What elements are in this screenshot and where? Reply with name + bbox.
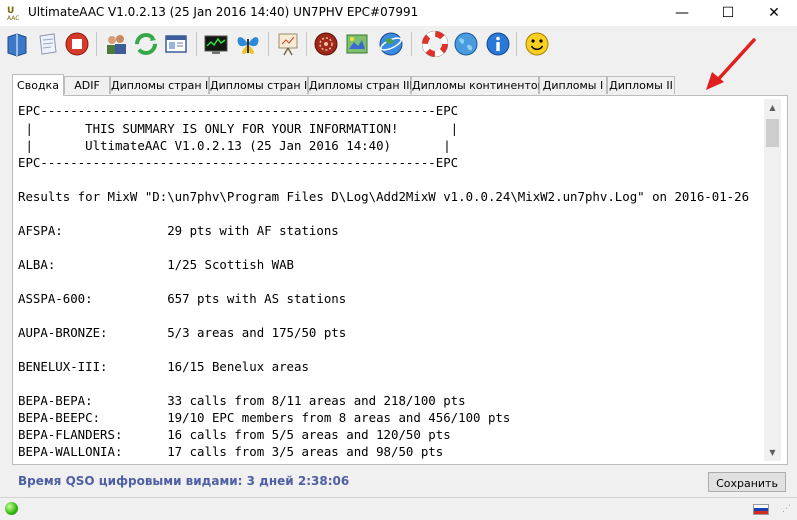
- qso-time-label: Время QSO цифровыми видами: 3 дней 2:38:…: [18, 474, 350, 488]
- summary-line: BENELUX-III: 16/15 Benelux areas: [18, 359, 309, 374]
- toolbar-separator: [411, 32, 412, 56]
- maximize-button[interactable]: ☐: [705, 0, 751, 26]
- wheel-icon[interactable]: [311, 29, 341, 59]
- summary-line: EPC-------------------------------------…: [18, 103, 459, 118]
- summary-line: | UltimateAAC V1.0.2.13 (25 Jan 2016 14:…: [18, 138, 451, 153]
- summary-line: BEPA-BEPA: 33 calls from 8/11 areas and …: [18, 393, 466, 408]
- presentation-icon[interactable]: [273, 29, 303, 59]
- note-icon[interactable]: [32, 29, 62, 59]
- tab-country-awards-1[interactable]: Дипломы стран I: [110, 76, 209, 94]
- title-bar: U AAC UltimateAAC V1.0.2.13 (25 Jan 2016…: [0, 0, 797, 26]
- tab-adif[interactable]: ADIF: [64, 76, 110, 94]
- close-button[interactable]: ✕: [751, 0, 797, 26]
- window-title: UltimateAAC V1.0.2.13 (25 Jan 2016 14:40…: [28, 5, 419, 19]
- minimize-button[interactable]: —: [659, 0, 705, 26]
- scroll-thumb[interactable]: [766, 119, 779, 147]
- tab-country-awards-3[interactable]: Дипломы стран III: [308, 76, 413, 94]
- tab-awards-2[interactable]: Дипломы II: [607, 76, 675, 94]
- refresh-icon[interactable]: [131, 29, 161, 59]
- users-icon[interactable]: [101, 29, 131, 59]
- lifebuoy-icon[interactable]: [420, 29, 450, 59]
- toolbar-separator: [96, 32, 97, 56]
- status-bar: ⋰: [0, 497, 797, 520]
- summary-line: AUPA-BRONZE: 5/3 areas and 175/50 pts: [18, 325, 347, 340]
- vertical-scrollbar[interactable]: ▲ ▼: [764, 99, 781, 461]
- toolbar-separator: [306, 32, 307, 56]
- summary-line: | THIS SUMMARY IS ONLY FOR YOUR INFORMAT…: [18, 121, 459, 136]
- summary-line: BEPA-WALLONIA: 17 calls from 3/5 areas a…: [18, 444, 444, 459]
- scroll-down-icon[interactable]: ▼: [764, 444, 781, 461]
- globe-google-icon[interactable]: [376, 29, 406, 59]
- summary-panel: EPC-------------------------------------…: [12, 95, 788, 465]
- window-icon[interactable]: [161, 29, 191, 59]
- scroll-up-icon[interactable]: ▲: [764, 99, 781, 116]
- summary-line: BEPA-FLANDERS: 16 calls from 5/5 areas a…: [18, 427, 451, 442]
- summary-line: Results for MixW "D:\un7phv\Program File…: [18, 189, 750, 204]
- toolbar-separator: [268, 32, 269, 56]
- summary-line: ASSPA-600: 657 pts with AS stations: [18, 291, 347, 306]
- book-icon[interactable]: [2, 29, 32, 59]
- smiley-icon[interactable]: [522, 29, 552, 59]
- status-led-icon: [5, 502, 18, 515]
- toolbar-separator: [196, 32, 197, 56]
- tab-country-awards-2[interactable]: Дипломы стран II: [209, 76, 311, 94]
- globe-icon[interactable]: [451, 29, 481, 59]
- app-logo-icon: U AAC: [6, 4, 20, 21]
- tab-summary[interactable]: Сводка: [12, 74, 64, 96]
- stop-icon[interactable]: [62, 29, 92, 59]
- red-arrow-icon: [706, 38, 756, 90]
- butterfly-icon[interactable]: [233, 29, 263, 59]
- summary-text[interactable]: EPC-------------------------------------…: [16, 99, 764, 461]
- summary-line: BEPA-BEEPC: 19/10 EPC members from 8 are…: [18, 410, 511, 425]
- tab-continent-awards[interactable]: Дипломы континентов: [411, 76, 544, 94]
- summary-line: AFSPA: 29 pts with AF stations: [18, 223, 339, 238]
- info-icon[interactable]: [483, 29, 513, 59]
- resize-grip-icon[interactable]: ⋰: [782, 505, 794, 518]
- summary-line: EPC-------------------------------------…: [18, 155, 459, 170]
- russia-flag-icon[interactable]: [753, 504, 769, 515]
- svg-text:AAC: AAC: [7, 15, 19, 21]
- award-icon[interactable]: [342, 29, 372, 59]
- monitor-icon[interactable]: [201, 29, 231, 59]
- toolbar: [0, 26, 797, 62]
- summary-line: ALBA: 1/25 Scottish WAB: [18, 257, 295, 272]
- save-button[interactable]: Сохранить: [708, 472, 786, 492]
- tab-awards-1[interactable]: Дипломы I: [539, 76, 607, 94]
- toolbar-separator: [516, 32, 517, 56]
